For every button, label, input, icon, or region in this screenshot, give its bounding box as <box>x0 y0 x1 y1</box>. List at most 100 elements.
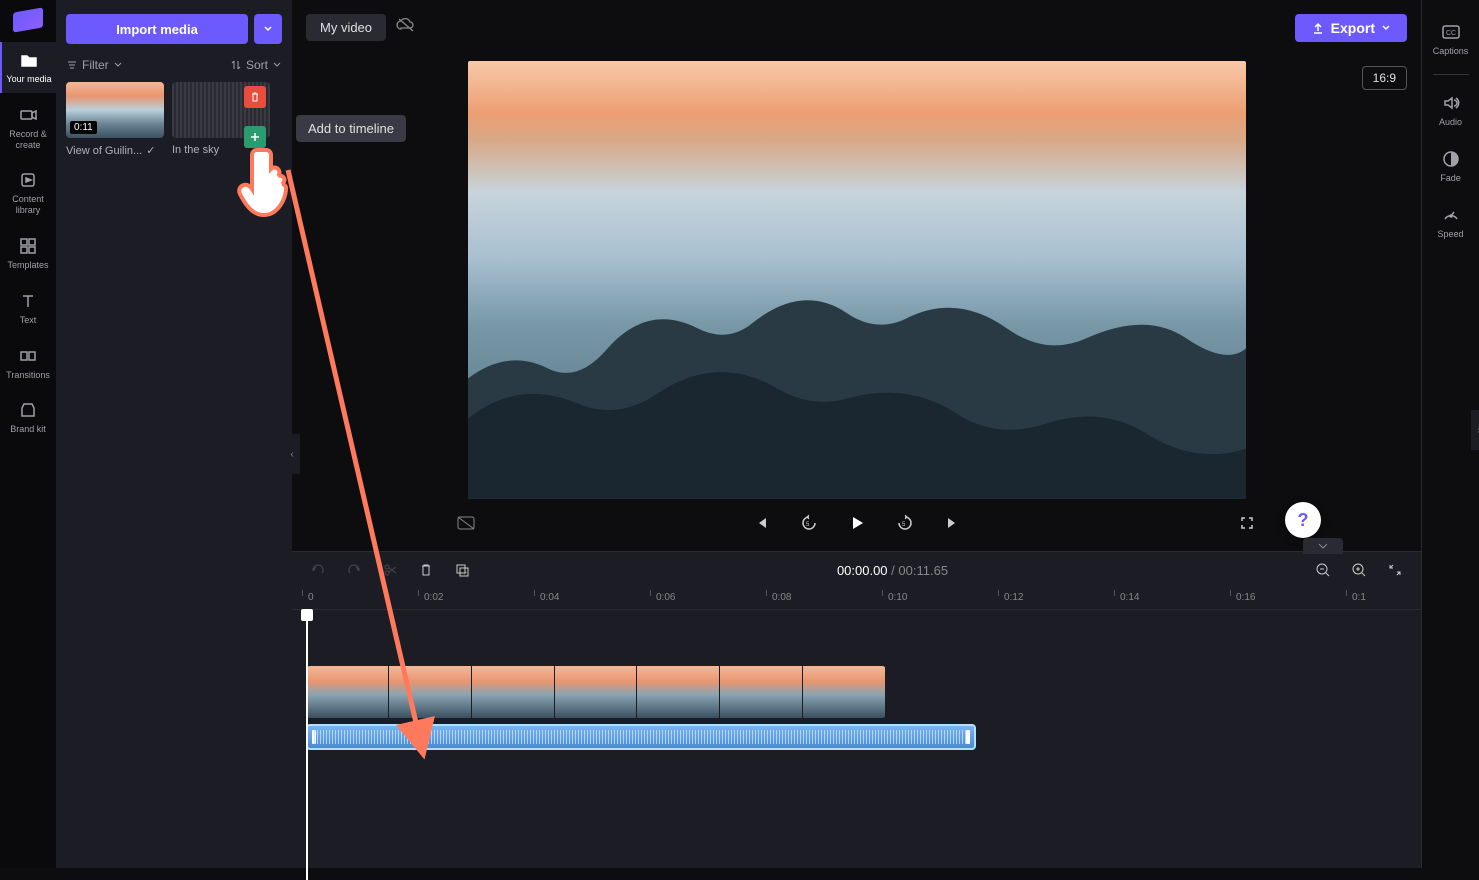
chevron-down-icon <box>1317 542 1329 550</box>
zoom-out-button[interactable] <box>1311 558 1335 582</box>
nav-label: Transitions <box>6 370 50 381</box>
expand-timeline-button[interactable] <box>1303 538 1343 554</box>
speaker-icon <box>1441 93 1461 113</box>
left-nav: Your media Record & create Content libra… <box>0 0 56 868</box>
project-title-button[interactable]: My video <box>306 14 386 41</box>
delete-media-button[interactable] <box>244 86 266 108</box>
import-media-button[interactable]: Import media <box>66 14 248 44</box>
prop-label: Captions <box>1433 46 1469 56</box>
ruler-tick: 0 <box>308 592 314 603</box>
skip-forward-button[interactable] <box>939 509 967 537</box>
collapse-media-panel-button[interactable]: ‹ <box>284 434 300 474</box>
speed-icon <box>1441 205 1461 225</box>
aspect-ratio-button[interactable]: 16:9 <box>1362 66 1407 90</box>
ruler-tick: 0:12 <box>1004 592 1023 603</box>
forward-button[interactable]: 5 <box>891 509 919 537</box>
split-button[interactable] <box>378 558 402 582</box>
nav-label: Your media <box>6 74 51 85</box>
undo-button[interactable] <box>306 558 330 582</box>
svg-text:5: 5 <box>902 522 906 528</box>
sort-label: Sort <box>246 58 268 72</box>
nav-record-create[interactable]: Record & create <box>0 97 56 159</box>
media-thumb-audio[interactable]: In the sky <box>172 82 270 157</box>
library-icon <box>18 170 38 190</box>
duplicate-icon: + <box>454 562 470 578</box>
trash-icon <box>418 562 434 578</box>
fullscreen-icon <box>1239 515 1255 531</box>
ruler-tick: 0:1 <box>1352 592 1366 603</box>
video-preview[interactable] <box>468 61 1246 499</box>
upload-icon <box>1311 21 1325 35</box>
chevron-down-icon <box>263 24 273 34</box>
templates-icon <box>18 236 38 256</box>
ruler-tick: 0:16 <box>1236 592 1255 603</box>
zoom-in-icon <box>1351 562 1367 578</box>
export-button[interactable]: Export <box>1295 14 1407 42</box>
zoom-out-icon <box>1315 562 1331 578</box>
prop-fade[interactable]: Fade <box>1422 141 1479 191</box>
play-button[interactable] <box>843 509 871 537</box>
duplicate-button[interactable]: + <box>450 558 474 582</box>
duration-badge: 0:11 <box>70 121 97 134</box>
brandkit-icon <box>18 400 38 420</box>
prop-captions[interactable]: CC Captions <box>1422 14 1479 64</box>
skip-back-button[interactable] <box>747 509 775 537</box>
video-track-clip[interactable] <box>306 666 886 718</box>
fade-icon <box>1441 149 1461 169</box>
fullscreen-button[interactable] <box>1233 509 1261 537</box>
filter-button[interactable]: Filter <box>66 58 123 72</box>
nav-brand-kit[interactable]: Brand kit <box>0 392 56 443</box>
nav-label: Content library <box>2 194 54 216</box>
nav-your-media[interactable]: Your media <box>0 42 56 93</box>
nav-label: Text <box>20 315 37 326</box>
media-thumb-video[interactable]: 0:11 View of Guilin...✓ <box>66 82 164 157</box>
redo-icon <box>346 562 362 578</box>
prop-label: Audio <box>1439 117 1462 127</box>
delete-clip-button[interactable] <box>414 558 438 582</box>
playhead[interactable] <box>306 610 308 880</box>
playback-controls: 5 5 <box>292 499 1421 551</box>
prop-audio[interactable]: Audio <box>1422 85 1479 135</box>
undo-icon <box>310 562 326 578</box>
rewind-button[interactable]: 5 <box>795 509 823 537</box>
skip-forward-icon <box>945 515 961 531</box>
add-to-timeline-button[interactable] <box>244 126 266 148</box>
add-to-timeline-tooltip: Add to timeline <box>296 115 406 142</box>
timeline-ruler[interactable]: 00:020:040:060:080:100:120:140:160:1 <box>292 588 1421 610</box>
folder-icon <box>19 50 39 70</box>
help-button[interactable]: ? <box>1285 502 1321 538</box>
ruler-tick: 0:02 <box>424 592 443 603</box>
ruler-tick: 0:06 <box>656 592 675 603</box>
import-media-dropdown[interactable] <box>254 14 282 44</box>
camera-icon <box>18 105 38 125</box>
time-display: 00:00.00 / 00:11.65 <box>486 563 1299 578</box>
thumb-image: 0:11 <box>66 82 164 138</box>
nav-templates[interactable]: Templates <box>0 228 56 279</box>
nav-content-library[interactable]: Content library <box>0 162 56 224</box>
redo-button[interactable] <box>342 558 366 582</box>
ruler-tick: 0:04 <box>540 592 559 603</box>
plus-icon <box>249 131 261 143</box>
chevron-down-icon <box>1381 23 1391 33</box>
sort-button[interactable]: Sort <box>230 58 282 72</box>
nav-label: Brand kit <box>10 424 46 435</box>
prop-label: Fade <box>1440 173 1461 183</box>
svg-text:+: + <box>463 570 467 577</box>
nav-label: Templates <box>7 260 48 271</box>
svg-text:5: 5 <box>806 522 810 528</box>
prop-label: Speed <box>1437 229 1463 239</box>
audio-track-clip[interactable] <box>306 724 976 750</box>
text-icon <box>18 291 38 311</box>
prop-speed[interactable]: Speed <box>1422 197 1479 247</box>
collapse-props-button[interactable]: › <box>1471 410 1479 450</box>
nav-text[interactable]: Text <box>0 283 56 334</box>
timeline-tracks[interactable] <box>292 610 1421 810</box>
preview-landscape <box>468 258 1246 499</box>
nav-transitions[interactable]: Transitions <box>0 338 56 389</box>
safe-zones-button[interactable] <box>452 509 480 537</box>
scissors-icon <box>382 562 398 578</box>
total-time: 00:11.65 <box>898 563 948 578</box>
fit-timeline-button[interactable] <box>1383 558 1407 582</box>
export-label: Export <box>1331 20 1375 36</box>
zoom-in-button[interactable] <box>1347 558 1371 582</box>
